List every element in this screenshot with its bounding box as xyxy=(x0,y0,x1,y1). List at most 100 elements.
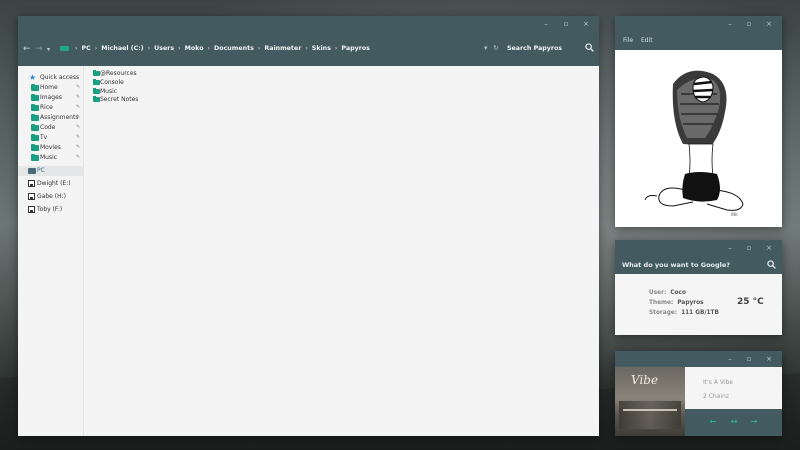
star-icon: ★ xyxy=(29,73,37,82)
sidebar-item-quick-access[interactable]: ★ Quick access xyxy=(18,73,84,83)
folder-icon xyxy=(31,114,39,121)
chevron-right-icon: › xyxy=(147,45,151,52)
google-search-bar[interactable]: What do you want to Google? xyxy=(615,256,782,274)
pin-icon[interactable]: ✎ xyxy=(76,84,80,90)
sidebar-item-home[interactable]: Home ✎ xyxy=(18,83,84,93)
breadcrumb-item[interactable]: PC xyxy=(81,45,90,52)
breadcrumb-item[interactable]: Skins xyxy=(312,45,331,52)
refresh-icon[interactable]: ↻ xyxy=(493,44,499,52)
theme-info: Theme: Papyros xyxy=(649,300,704,306)
sidebar-item-drive-h[interactable]: Gabe (H:) xyxy=(18,192,84,202)
maximize-button[interactable]: ▫ xyxy=(741,19,757,29)
chevron-right-icon: › xyxy=(94,45,98,52)
minimize-button[interactable]: – xyxy=(722,19,738,29)
sidebar-item-movies[interactable]: Movies ✎ xyxy=(18,143,84,153)
track-title: It's A Vibe xyxy=(703,379,733,386)
sidebar-item-label: Images xyxy=(40,94,62,101)
storage-label: Storage: xyxy=(649,310,678,316)
explorer-navbar: ← → ▾ › PC › Michael (C:) › Users › Moko… xyxy=(18,32,599,66)
minimize-button[interactable]: – xyxy=(538,19,554,29)
close-button[interactable]: × xyxy=(761,354,777,364)
chevron-right-icon: › xyxy=(75,45,78,52)
breadcrumb-item[interactable]: Papyros xyxy=(341,45,370,52)
sidebar-item-label: Assignments xyxy=(40,114,79,121)
maximize-button[interactable]: ▫ xyxy=(741,354,757,364)
sidebar-item-label: Movies xyxy=(40,144,61,151)
user-info: User: Coco xyxy=(649,290,686,296)
storage-value: 111 GB/1TB xyxy=(681,310,719,316)
folder-icon xyxy=(93,96,100,102)
close-button[interactable]: × xyxy=(578,19,594,29)
recent-dropdown-icon[interactable]: ▾ xyxy=(47,46,50,53)
address-dropdown-icon[interactable]: ▾ xyxy=(484,44,488,52)
sidebar-item-label: Home xyxy=(40,84,58,91)
pin-icon[interactable]: ✎ xyxy=(76,94,80,100)
cover-artwork xyxy=(623,409,677,411)
breadcrumb-item[interactable]: Rainmeter xyxy=(264,45,301,52)
sidebar-item-tv[interactable]: Tv ✎ xyxy=(18,133,84,143)
chevron-right-icon: › xyxy=(334,45,338,52)
breadcrumb-item[interactable]: Documents xyxy=(214,45,254,52)
play-pause-button[interactable]: ↔ xyxy=(728,417,740,427)
previous-button[interactable]: ← xyxy=(707,417,719,427)
pin-icon[interactable]: ✎ xyxy=(76,104,80,110)
file-list: @Resources Console Music Secret Notes xyxy=(84,66,599,436)
album-cover: Vibe xyxy=(615,367,685,436)
pin-icon[interactable]: ✎ xyxy=(76,154,80,160)
sidebar-item-music[interactable]: Music ✎ xyxy=(18,153,84,163)
computer-icon xyxy=(28,168,36,174)
sidebar-item-assignments[interactable]: Assignments ✎ xyxy=(18,113,84,123)
sidebar-item-code[interactable]: Code ✎ xyxy=(18,123,84,133)
search-icon[interactable] xyxy=(585,43,594,52)
pc-icon xyxy=(60,46,69,51)
pin-icon[interactable]: ✎ xyxy=(76,124,80,130)
folder-icon xyxy=(31,154,39,161)
folder-icon xyxy=(31,124,39,131)
breadcrumb-item[interactable]: Users xyxy=(154,45,174,52)
breadcrumb-item[interactable]: Michael (C:) xyxy=(101,45,143,52)
maximize-button[interactable]: ▫ xyxy=(741,243,757,253)
sidebar-item-images[interactable]: Images ✎ xyxy=(18,93,84,103)
chevron-right-icon: › xyxy=(257,45,261,52)
sidebar-item-label: Music xyxy=(40,154,58,161)
folder-icon xyxy=(93,70,100,76)
music-titlebar[interactable]: – ▫ × xyxy=(615,351,782,367)
sidebar-item-drive-e[interactable]: Dwight (E:) xyxy=(18,179,84,189)
sidebar-item-label: Code xyxy=(40,124,56,131)
player-controls: ← ↔ → xyxy=(685,409,782,436)
search-icon[interactable] xyxy=(767,260,776,269)
pin-icon[interactable]: ✎ xyxy=(76,144,80,150)
google-titlebar[interactable]: – ▫ × xyxy=(615,240,782,256)
theme-value: Papyros xyxy=(677,300,704,306)
sidebar-item-pc[interactable]: PC xyxy=(18,166,84,176)
sidebar-item-drive-f[interactable]: Toby (F:) xyxy=(18,205,84,215)
file-name: Console xyxy=(100,79,124,86)
sidebar-item-label: Quick access xyxy=(40,74,80,81)
sidebar-item-label: Toby (F:) xyxy=(37,206,63,213)
next-button[interactable]: → xyxy=(748,417,760,427)
sidebar-item-label: Dwight (E:) xyxy=(37,180,71,187)
forward-button[interactable]: → xyxy=(35,44,43,54)
search-input[interactable]: Search Papyros xyxy=(507,45,562,52)
drive-icon xyxy=(28,180,35,187)
explorer-titlebar[interactable]: – ▫ × xyxy=(18,16,599,32)
menu-file[interactable]: File xyxy=(623,37,633,44)
close-button[interactable]: × xyxy=(761,243,777,253)
maximize-button[interactable]: ▫ xyxy=(558,19,574,29)
search-input[interactable]: What do you want to Google? xyxy=(622,261,730,269)
chevron-right-icon: › xyxy=(207,45,211,52)
sidebar-item-rice[interactable]: Rice ✎ xyxy=(18,103,84,113)
file-explorer-window: – ▫ × ← → ▾ › PC › Michael (C:) › Users … xyxy=(18,16,599,436)
breadcrumb-item[interactable]: Moko xyxy=(185,45,204,52)
back-button[interactable]: ← xyxy=(23,44,31,54)
sidebar-item-label: PC xyxy=(37,167,45,174)
minimize-button[interactable]: – xyxy=(722,243,738,253)
image-viewer-window: – ▫ × File Edit INK xyxy=(615,16,782,227)
viewer-titlebar[interactable]: – ▫ × xyxy=(615,16,782,32)
pin-icon[interactable]: ✎ xyxy=(76,134,80,140)
pin-icon[interactable]: ✎ xyxy=(76,114,80,120)
menu-edit[interactable]: Edit xyxy=(641,37,653,44)
close-button[interactable]: × xyxy=(761,19,777,29)
drive-icon xyxy=(28,206,35,213)
minimize-button[interactable]: – xyxy=(722,354,738,364)
